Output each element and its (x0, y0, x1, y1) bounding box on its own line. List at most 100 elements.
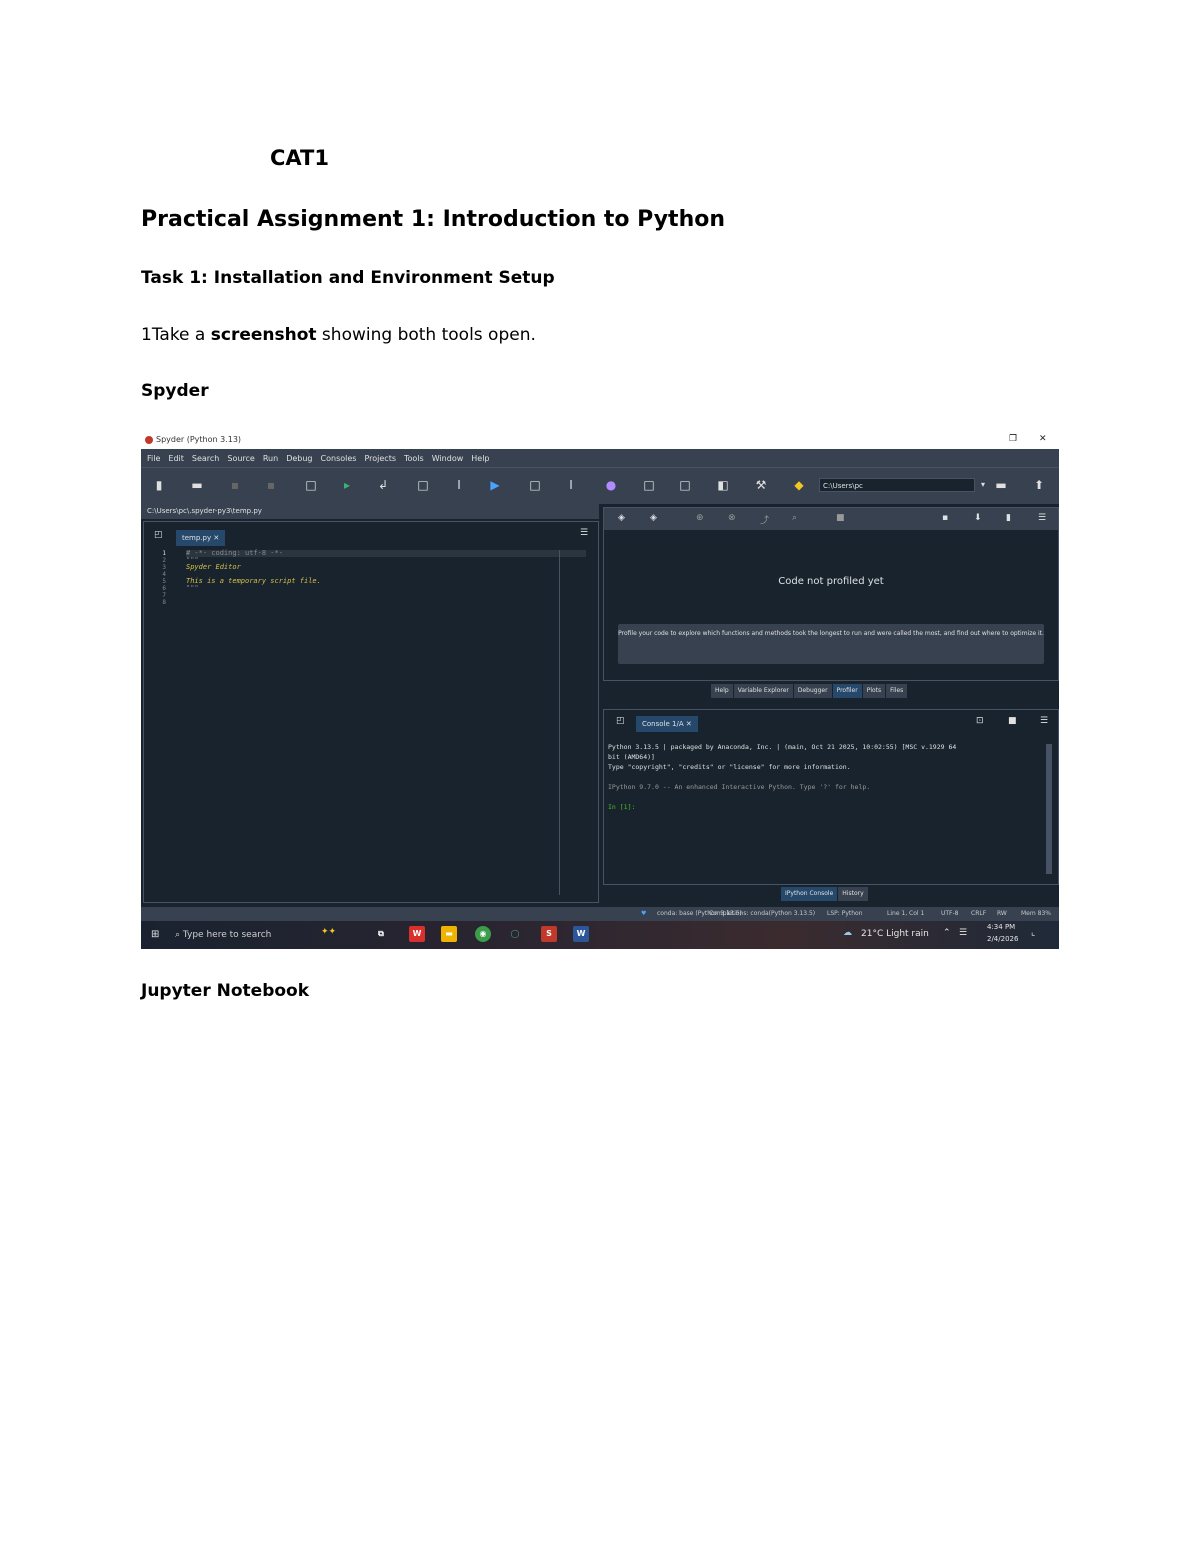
debug-icon[interactable]: ▶ (487, 478, 503, 492)
pane-options-icon[interactable]: ☰ (1038, 513, 1046, 523)
tab-debugger[interactable]: Debugger (793, 684, 832, 698)
new-cell-icon[interactable]: □ (303, 478, 319, 492)
network-icon[interactable]: ☰ (959, 928, 967, 938)
editor-tab-temp[interactable]: temp.py ✕ (176, 530, 226, 546)
save-data-icon[interactable]: ▪ (942, 513, 948, 523)
preferences-wrench-icon[interactable]: ⚒ (753, 478, 769, 492)
top-pane-tabs: Help Variable Explorer Debugger Profiler Plo… (711, 684, 908, 698)
directory-dropdown-icon[interactable]: ▾ (975, 478, 991, 492)
line-number: 1 (162, 550, 166, 557)
console-output[interactable]: Python 3.13.5 | packaged by Anaconda, In… (608, 742, 1044, 812)
menu-item-projects[interactable]: Projects (364, 454, 396, 463)
circle-app-icon[interactable]: ◯ (507, 926, 523, 942)
callers-icon[interactable]: ⤴ (760, 513, 769, 526)
editor-options-icon[interactable]: ☰ (580, 528, 588, 538)
maximize-pane-icon[interactable]: ◧ (715, 478, 731, 492)
profile-stop-icon[interactable]: ◈ (650, 513, 657, 523)
console-options-icon[interactable]: ☰ (1040, 716, 1048, 726)
instruction-number: 1 (141, 325, 152, 345)
search-placeholder: Type here to search (182, 930, 272, 940)
line-number: 7 (162, 592, 166, 599)
notification-icon[interactable]: ⌞ (1031, 928, 1035, 938)
expand-icon[interactable]: ⊕ (696, 513, 704, 523)
tray-chevron-icon[interactable]: ⌃ (943, 928, 951, 938)
clear-icon[interactable]: ▮ (1006, 513, 1011, 523)
tab-help[interactable]: Help (711, 684, 733, 698)
restore-icon[interactable]: ❐ (1009, 434, 1017, 444)
run-selection-icon[interactable]: I (451, 478, 467, 492)
menu-item-search[interactable]: Search (192, 454, 219, 463)
word-icon[interactable]: W (573, 926, 589, 942)
profile-run-icon[interactable]: ◈ (618, 513, 625, 523)
close-icon[interactable]: ✕ (1039, 434, 1047, 444)
debug-cell-icon[interactable]: □ (527, 478, 543, 492)
status-encoding: UTF-8 (941, 910, 959, 917)
menu-item-file[interactable]: File (147, 454, 160, 463)
new-file-icon[interactable]: ▮ (151, 478, 167, 492)
open-file-icon[interactable]: ▬ (189, 478, 205, 492)
copilot-sparkle-icon[interactable]: ✦✦ (321, 927, 336, 937)
run-cell-icon[interactable]: ↲ (375, 478, 391, 492)
run-cell-advance-icon[interactable]: □ (415, 478, 431, 492)
tab-variable-explorer[interactable]: Variable Explorer (733, 684, 793, 698)
save-icon[interactable]: ▪ (227, 478, 243, 492)
weather-text[interactable]: 21°C Light rain (861, 929, 929, 939)
menu-item-edit[interactable]: Edit (168, 454, 184, 463)
menu-item-source[interactable]: Source (227, 454, 254, 463)
jupyter-heading: Jupyter Notebook (141, 981, 310, 1001)
tab-ipython-console[interactable]: IPython Console (781, 887, 838, 901)
wps-app-icon[interactable]: W (409, 926, 425, 942)
console-tab[interactable]: Console 1/A ✕ (636, 716, 698, 732)
python-path-icon[interactable]: ◆ (791, 478, 807, 492)
line-number: 8 (162, 599, 166, 606)
code-editor[interactable]: # -*- coding: utf-8 -*- """ Spyder Edito… (186, 550, 586, 900)
run-icon[interactable]: ▸ (339, 478, 355, 492)
collapse-icon[interactable]: ⊗ (728, 513, 736, 523)
stop-icon[interactable]: ■ (836, 513, 845, 523)
search-icon[interactable]: ⌕ (792, 513, 797, 523)
debug-selection-icon[interactable]: I (563, 478, 579, 492)
menu-item-debug[interactable]: Debug (286, 454, 312, 463)
menu-item-tools[interactable]: Tools (404, 454, 424, 463)
file-explorer-icon[interactable]: ▬ (441, 926, 457, 942)
menu-item-help[interactable]: Help (471, 454, 489, 463)
menu-item-run[interactable]: Run (263, 454, 278, 463)
save-all-icon[interactable]: ▪ (263, 478, 279, 492)
tab-plots[interactable]: Plots (862, 684, 886, 698)
taskbar-search[interactable]: ⌕ Type here to search (175, 925, 315, 945)
tab-files[interactable]: Files (886, 684, 908, 698)
load-data-icon[interactable]: ⬇ (974, 513, 982, 523)
menu-bar: File Edit Search Source Run Debug Consoles Proj… (141, 449, 1059, 467)
tab-profiler[interactable]: Profiler (832, 684, 862, 698)
status-mem: Mem 83% (1021, 910, 1051, 917)
profile-cell-icon[interactable]: □ (641, 478, 657, 492)
tab-history[interactable]: History (838, 887, 868, 901)
menu-item-window[interactable]: Window (432, 454, 464, 463)
edge-line (559, 550, 560, 895)
status-completions: Completions: conda(Python 3.13.5) (709, 910, 816, 917)
close-tab-icon[interactable]: ✕ (213, 534, 219, 542)
task-view-icon[interactable]: ⧉ (373, 926, 389, 942)
clock-date[interactable]: 2/4/2026 (987, 935, 1018, 943)
browse-folder-icon[interactable]: ▬ (993, 478, 1009, 492)
profile-selection-icon[interactable]: □ (677, 478, 693, 492)
clock-time[interactable]: 4:34 PM (987, 923, 1015, 931)
file-switcher-icon[interactable]: ◰ (154, 530, 163, 540)
chrome-icon[interactable]: ◉ (475, 926, 491, 942)
working-directory-input[interactable]: C:\Users\pc (819, 478, 975, 492)
interrupt-kernel-icon[interactable]: ⊡ (976, 716, 984, 726)
console-scrollbar[interactable] (1046, 744, 1052, 874)
close-console-icon[interactable]: ✕ (686, 720, 692, 728)
profile-icon[interactable]: ● (603, 478, 619, 492)
menu-item-consoles[interactable]: Consoles (321, 454, 357, 463)
line-number: 6 (162, 585, 166, 592)
parent-directory-icon[interactable]: ⬆ (1031, 478, 1047, 492)
editor-pane: ◰ temp.py ✕ ☰ 12345678 # -*- coding: utf… (143, 521, 599, 903)
windows-start-icon[interactable]: ⊞ (151, 929, 159, 940)
spyder-taskbar-icon[interactable]: S (541, 926, 557, 942)
line-number: 5 (162, 578, 166, 585)
console-switcher-icon[interactable]: ◰ (616, 716, 625, 726)
stop-kernel-icon[interactable]: ■ (1008, 716, 1017, 726)
